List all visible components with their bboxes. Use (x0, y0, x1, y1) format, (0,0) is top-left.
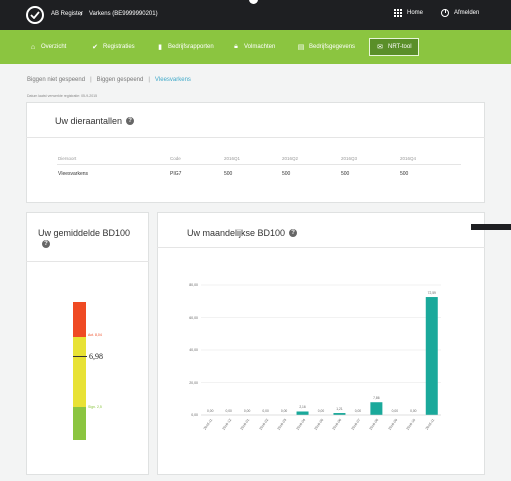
envelope-icon: ✉ (377, 44, 383, 51)
table-divider (57, 164, 461, 165)
nav-label: Overzicht (41, 44, 67, 50)
table-header: 2016Q4 (400, 156, 417, 161)
home-icon: ⌂ (30, 43, 36, 51)
bar-value-label: 0,00 (317, 409, 325, 413)
card-title-text: Uw maandelijkse BD100 (187, 228, 286, 238)
help-icon[interactable]: ? (42, 240, 50, 248)
bar-value-label: 0,00 (207, 409, 214, 413)
nav-bedrijfsrapporten[interactable]: ▮ Bedrijfsrapporten (156, 40, 214, 54)
bar-value-label: 0,00 (391, 409, 399, 413)
breadcrumb-separator: | (90, 77, 92, 83)
bar-value-label: 0,00 (225, 409, 232, 413)
nav-nrt-tool[interactable]: ✉ NRT-tool (369, 38, 419, 56)
last-processed-note: Datum laatst verwerkte registratie: 05-9… (27, 94, 98, 98)
bar-value-label: 0,00 (262, 409, 269, 413)
gauge-value-marker (73, 356, 87, 357)
gemiddelde-card (26, 212, 149, 475)
breadcrumb-separator: | (148, 77, 150, 83)
chart-bar[interactable] (370, 402, 383, 415)
gauge-red-label: Act. 8,04 (88, 333, 102, 337)
gauge-red-segment (73, 302, 86, 337)
y-tick-label: 80,00 (189, 283, 198, 287)
gauge-value: 6,98 (89, 352, 103, 361)
grid-icon (394, 9, 402, 17)
top-bar: AB Register › Varkens (BE9999990201) Hom… (0, 0, 511, 30)
y-tick-label: 40,00 (189, 348, 198, 352)
nav-label: Bedrijfsrapporten (168, 44, 214, 50)
nav-label: NRT-tool (388, 44, 412, 50)
power-icon (441, 9, 449, 17)
home-link[interactable]: Home (394, 9, 423, 17)
bar-value-label: 2,16 (299, 405, 306, 410)
table-header: 2016Q2 (282, 156, 299, 161)
card-title-text: Uw dieraantallen (55, 116, 123, 126)
nav-label: Bedrijfsgegevens (309, 44, 356, 50)
table-header: 2016Q1 (224, 156, 241, 161)
gauge-green-label: Sign. 2,5 (88, 405, 102, 409)
decorative-dot (249, 0, 258, 4)
gauge-green-segment (73, 407, 86, 440)
bar-value-label: 0,00 (243, 409, 251, 413)
bar-value-label: 72,59 (427, 291, 436, 296)
chart-bar[interactable] (425, 297, 438, 415)
lock-icon: 🔒︎ (234, 43, 238, 50)
breadcrumb-item[interactable]: Biggen niet gespeend (27, 77, 85, 83)
bar-value-label: 0,00 (280, 409, 288, 413)
table-cell: 500 (282, 171, 291, 177)
bar-value-label: 7,86 (373, 396, 380, 401)
gauge-yellow-segment (73, 337, 86, 407)
dieraantallen-title: Uw dieraantallen ? (55, 116, 135, 126)
nav-registraties[interactable]: ✔ Registraties (91, 40, 135, 54)
help-icon[interactable]: ? (289, 229, 298, 237)
overlay-tab (471, 224, 511, 230)
breadcrumb-item[interactable]: Biggen gespeend (97, 77, 144, 83)
y-tick-label: 60,00 (189, 315, 198, 320)
nav-label: Volmachten (244, 44, 276, 50)
app-title: AB Register (51, 11, 84, 17)
nav-volmachten[interactable]: 🔒︎ Volmachten (232, 40, 275, 54)
bar-chart-icon: ▮ (158, 44, 162, 51)
nav-bedrijfsgegevens[interactable]: ▤ Bedrijfsgegevens (297, 40, 355, 54)
logout-link[interactable]: Afmelden (441, 9, 479, 17)
table-cell: 500 (224, 171, 233, 177)
bar-value-label: 1,21 (336, 407, 343, 412)
table-cell: Vleesvarkens (58, 171, 89, 177)
bar-value-label: 0,00 (354, 409, 362, 413)
bar-value-label: 0,00 (410, 409, 417, 413)
breadcrumb: Biggen niet gespeend | Biggen gespeend | Vle… (27, 77, 191, 83)
card-divider (26, 261, 149, 262)
main-nav: ⌂ Overzicht ✔ Registraties ▮ Bedrijfsrap… (0, 30, 511, 64)
card-divider (26, 137, 485, 138)
y-tick-label: 0,00 (191, 413, 198, 417)
table-cell: 500 (341, 171, 350, 177)
y-tick-label: 20,00 (189, 380, 198, 385)
table-header: Diersoort (58, 156, 77, 161)
logout-label: Afmelden (454, 10, 480, 16)
chevron-right-icon: › (80, 9, 83, 18)
help-icon[interactable]: ? (126, 117, 135, 125)
table-cell: PIG7 (170, 171, 182, 177)
gemiddelde-title: Uw gemiddelde BD100 (38, 228, 131, 238)
document-icon: ▤ (297, 44, 305, 51)
breadcrumb-current[interactable]: Vleesvarkens (155, 77, 191, 83)
maandelijkse-title: Uw maandelijkse BD100 ? (187, 228, 298, 238)
table-header: Code (170, 156, 181, 161)
chart-bar[interactable] (296, 411, 309, 415)
table-cell: 500 (400, 171, 409, 177)
check-circle-icon: ✔ (92, 44, 98, 51)
nav-overzicht[interactable]: ⌂ Overzicht (29, 40, 66, 54)
logo-check-icon[interactable] (26, 6, 44, 24)
nav-label: Registraties (103, 44, 135, 50)
table-header: 2016Q3 (341, 156, 358, 161)
home-label: Home (407, 10, 424, 16)
context-selector[interactable]: Varkens (BE9999990201) (89, 11, 158, 17)
